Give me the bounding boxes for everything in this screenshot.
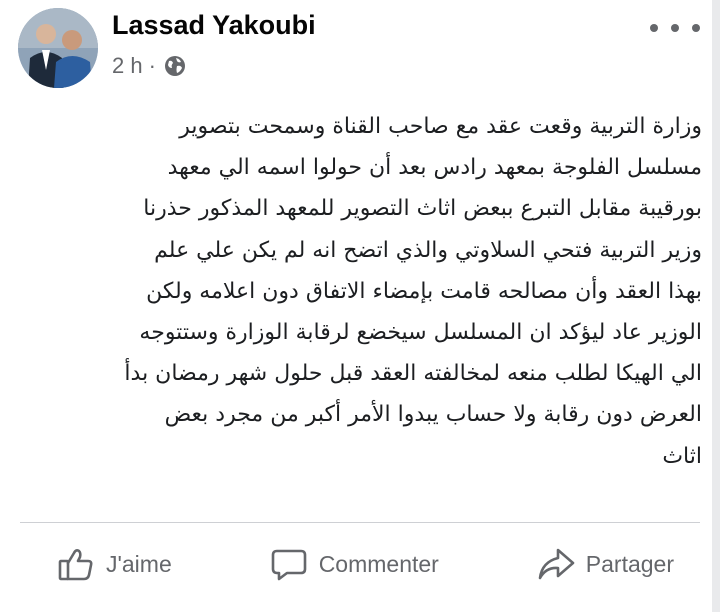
post-text: وزارة التربية وقعت عقد مع صاحب القناة وس… xyxy=(22,106,702,477)
comment-label: Commenter xyxy=(318,550,439,577)
avatar-photo xyxy=(18,8,98,88)
thumbs-up-icon xyxy=(58,549,93,581)
like-label: J'aime xyxy=(106,550,172,577)
meta-separator: · xyxy=(148,53,156,78)
post-meta: 2 h · xyxy=(112,52,186,80)
comment-button[interactable]: Commenter xyxy=(269,536,439,592)
post-text-line: اثاث xyxy=(662,443,702,469)
more-options-button[interactable] xyxy=(650,16,700,40)
post-text-line: الوزير عاد ليؤكد ان المسلسل سيخضع لرقابة… xyxy=(139,320,702,346)
post-text-line: الي الهيكا لطلب منعه لمخالفته العقد قبل … xyxy=(124,361,702,387)
post-text-line: وزارة التربية وقعت عقد مع صاحب القناة وس… xyxy=(179,114,702,139)
post-text-line: مسلسل الفلوجة بمعهد رادس بعد أن حولوا اس… xyxy=(167,155,702,181)
actions-divider xyxy=(20,522,700,523)
comment-icon xyxy=(271,549,306,581)
scroll-edge xyxy=(712,0,720,612)
post-text-line: العرض دون رقابة ولا حساب يبدوا الأمر أكب… xyxy=(164,402,702,428)
like-button[interactable]: J'aime xyxy=(56,536,172,592)
post-header: Lassad Yakoubi 2 h · xyxy=(18,8,700,88)
avatar[interactable] xyxy=(18,8,98,88)
post-text-line: بورقيبة مقابل التبرع ببعض اثاث التصوير ل… xyxy=(143,196,702,222)
author-name[interactable]: Lassad Yakoubi xyxy=(112,10,316,41)
dot-icon xyxy=(671,24,679,32)
share-label: Partager xyxy=(585,550,674,577)
dot-icon xyxy=(650,24,658,32)
share-button[interactable]: Partager xyxy=(536,536,674,592)
dot-icon xyxy=(692,24,700,32)
post-text-line: وزير التربية فتحي السلاوتي والذي اتضح ان… xyxy=(154,237,702,263)
post-text-line: بهذا العقد وأن مصالحه قامت بإمضاء الاتفا… xyxy=(146,278,702,304)
share-icon xyxy=(538,548,575,580)
post-actions: J'aime Commenter Partager xyxy=(0,536,720,592)
globe-icon xyxy=(164,56,185,76)
post-time[interactable]: 2 h xyxy=(112,53,143,79)
